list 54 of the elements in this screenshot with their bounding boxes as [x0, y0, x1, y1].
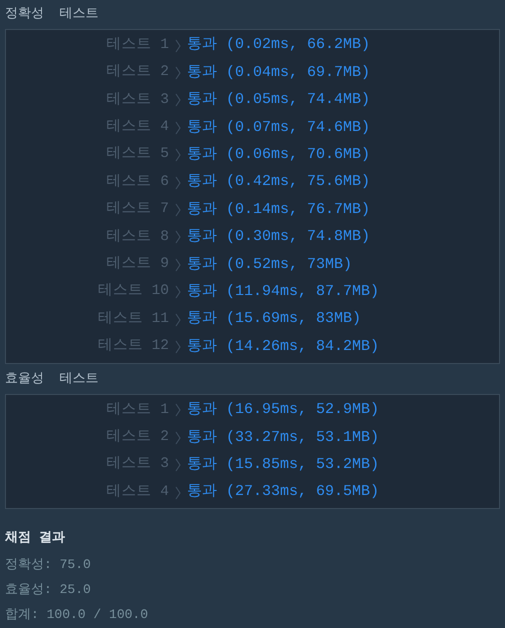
chevron-icon — [175, 458, 181, 472]
test-label: 테스트 12 — [98, 337, 169, 356]
section-title: 효율성 테스트 — [4, 370, 100, 388]
test-result: 통과 (0.07ms, 74.6MB) — [187, 118, 370, 138]
test-result: 통과 (15.85ms, 53.2MB) — [187, 454, 380, 475]
test-label: 테스트 6 — [106, 172, 169, 192]
test-label: 테스트 3 — [106, 90, 169, 110]
test-label: 테스트 1 — [106, 400, 169, 420]
chevron-icon — [175, 340, 181, 354]
section-title: 정확성 테스트 — [4, 5, 100, 23]
chevron-icon — [175, 176, 181, 190]
test-label: 테스트 10 — [98, 282, 169, 302]
test-label: 테스트 11 — [98, 310, 169, 329]
score-line: 정확성: 75.0 — [5, 556, 91, 574]
test-result: 통과 (16.95ms, 52.9MB) — [187, 400, 380, 420]
test-label: 테스트 5 — [106, 145, 169, 164]
chevron-icon — [175, 120, 181, 135]
chevron-icon — [175, 285, 181, 300]
test-result: 통과 (33.27ms, 53.1MB) — [187, 428, 380, 448]
chevron-icon — [175, 312, 181, 327]
test-result: 통과 (0.06ms, 70.6MB) — [187, 145, 370, 165]
test-label: 테스트 2 — [106, 428, 169, 447]
test-result: 통과 (0.42ms, 75.6MB) — [187, 172, 370, 192]
test-result: 통과 (11.94ms, 87.7MB) — [187, 282, 380, 302]
chevron-icon — [175, 403, 181, 418]
chevron-icon — [175, 230, 181, 244]
test-result: 통과 (0.52ms, 73MB) — [187, 254, 352, 275]
test-result: 통과 (27.33ms, 69.5MB) — [187, 482, 380, 502]
test-result: 통과 (0.14ms, 76.7MB) — [187, 200, 370, 220]
grading-title: 채점 결과 — [5, 529, 65, 548]
score-line: 효율성: 25.0 — [5, 581, 91, 600]
chevron-icon — [175, 38, 181, 53]
chevron-icon — [175, 486, 181, 500]
test-result: 통과 (14.26ms, 84.2MB) — [187, 336, 380, 357]
test-label: 테스트 8 — [106, 228, 169, 247]
score-line: 합계: 100.0 / 100.0 — [5, 606, 148, 624]
chevron-icon — [175, 66, 181, 80]
chevron-icon — [175, 430, 181, 445]
chevron-icon — [175, 258, 181, 272]
test-result: 통과 (0.02ms, 66.2MB) — [187, 35, 370, 56]
chevron-icon — [175, 93, 181, 108]
test-result: 통과 (15.69ms, 83MB) — [187, 309, 362, 330]
test-result: 통과 (0.05ms, 74.4MB) — [187, 90, 370, 110]
test-result: 통과 (0.04ms, 69.7MB) — [187, 62, 370, 83]
test-label: 테스트 3 — [106, 455, 169, 474]
test-label: 테스트 7 — [106, 200, 169, 220]
test-label: 테스트 4 — [106, 118, 169, 137]
chevron-icon — [175, 148, 181, 162]
test-label: 테스트 9 — [106, 254, 169, 274]
test-label: 테스트 4 — [106, 482, 169, 502]
chevron-icon — [175, 203, 181, 218]
test-label: 테스트 2 — [106, 63, 169, 82]
test-result: 통과 (0.30ms, 74.8MB) — [187, 227, 370, 248]
test-label: 테스트 1 — [106, 36, 169, 55]
